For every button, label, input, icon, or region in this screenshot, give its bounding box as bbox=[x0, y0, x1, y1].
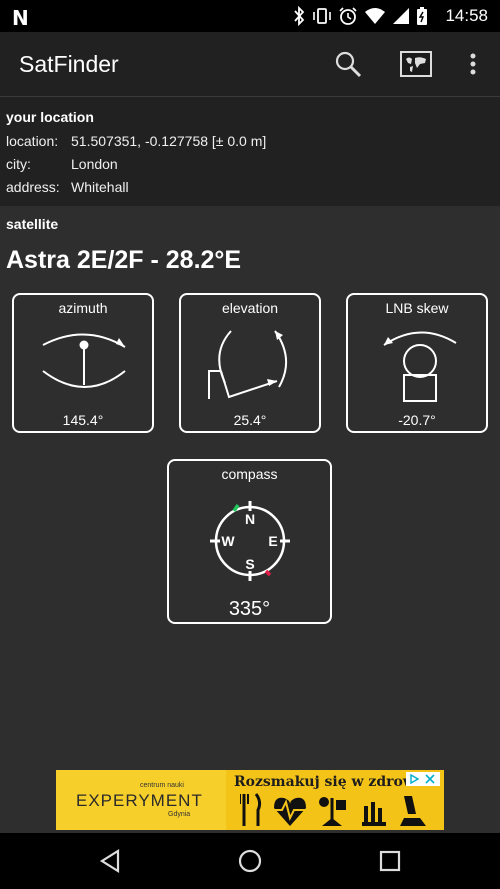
elevation-card[interactable]: elevation 25.4° bbox=[179, 293, 321, 433]
elevation-icon bbox=[208, 330, 287, 399]
compass-label: compass bbox=[221, 466, 278, 482]
ad-choices-icon[interactable] bbox=[406, 772, 440, 786]
alarm-icon bbox=[339, 7, 357, 25]
balance-icon bbox=[319, 797, 346, 826]
compass-value: 335° bbox=[228, 598, 271, 620]
compass-e: E bbox=[268, 533, 277, 549]
app-bar: SatFinder bbox=[0, 32, 500, 96]
notification-n-icon: N bbox=[12, 6, 29, 30]
ad-small-text: centrum nauki bbox=[140, 782, 184, 789]
signal-icon bbox=[393, 8, 409, 24]
location-value: 51.507351, -0.127758 [± 0.0 m] bbox=[71, 133, 267, 149]
ad-brand: EXPERYMENT bbox=[76, 791, 203, 810]
battery-icon bbox=[417, 7, 427, 25]
city-value: London bbox=[71, 156, 118, 172]
azimuth-icon bbox=[42, 333, 126, 388]
cutlery-icon bbox=[240, 793, 262, 826]
heart-icon bbox=[274, 797, 306, 826]
lnb-skew-icon bbox=[383, 331, 457, 402]
lnb-skew-label: LNB skew bbox=[385, 300, 449, 316]
compass-card[interactable]: compass N S W E 335° bbox=[167, 459, 332, 624]
azimuth-value: 145.4° bbox=[62, 412, 104, 428]
compass-dial: N S W E bbox=[210, 501, 290, 581]
elevation-value: 25.4° bbox=[233, 412, 267, 428]
search-button[interactable] bbox=[330, 46, 366, 82]
location-panel: your location location: 51.507351, -0.12… bbox=[0, 96, 500, 206]
azimuth-label: azimuth bbox=[58, 300, 108, 316]
more-vert-icon bbox=[470, 53, 476, 75]
satellite-section: satellite Astra 2E/2F - 28.2°E azimuth 1… bbox=[0, 206, 500, 770]
compass-s: S bbox=[245, 556, 254, 572]
ad-banner[interactable]: centrum nauki EXPERYMENT Gdynia Rozsmaku… bbox=[56, 770, 444, 830]
address-label: address: bbox=[6, 179, 60, 195]
azimuth-card[interactable]: azimuth 145.4° bbox=[12, 293, 154, 433]
compass-south-marker bbox=[264, 569, 272, 577]
vibrate-icon bbox=[313, 8, 331, 24]
compass-n: N bbox=[245, 511, 255, 527]
location-header: your location bbox=[6, 109, 94, 125]
back-icon bbox=[99, 849, 120, 873]
ad-city: Gdynia bbox=[168, 811, 191, 818]
lab-icon bbox=[362, 802, 386, 826]
home-button[interactable] bbox=[234, 845, 266, 877]
elevation-label: elevation bbox=[221, 300, 279, 316]
city-label: city: bbox=[6, 156, 31, 172]
ad-headline: Rozsmakuj się w zdrow bbox=[234, 774, 415, 790]
nav-bar bbox=[0, 833, 500, 889]
ad-pictograms bbox=[240, 793, 426, 826]
home-icon bbox=[238, 849, 262, 873]
microscope-icon bbox=[400, 796, 426, 826]
back-button[interactable] bbox=[94, 845, 126, 877]
wifi-icon bbox=[365, 8, 385, 24]
ad-brand-panel: centrum nauki EXPERYMENT Gdynia bbox=[56, 770, 226, 830]
compass-w: W bbox=[221, 533, 235, 549]
status-icons bbox=[292, 4, 428, 28]
lnb-skew-value: -20.7° bbox=[398, 412, 436, 428]
status-bar: N 14:58 bbox=[0, 0, 500, 32]
satellite-name: Astra 2E/2F - 28.2°E bbox=[6, 246, 242, 274]
location-label: location: bbox=[6, 133, 59, 149]
status-time: 14:58 bbox=[445, 6, 488, 25]
recents-button[interactable] bbox=[374, 845, 406, 877]
address-value: Whitehall bbox=[71, 179, 129, 195]
more-options-button[interactable] bbox=[455, 46, 491, 82]
app-title: SatFinder bbox=[19, 51, 119, 77]
search-icon bbox=[335, 51, 362, 78]
satellite-header: satellite bbox=[6, 216, 59, 232]
lnb-skew-card[interactable]: LNB skew -20.7° bbox=[346, 293, 488, 433]
map-icon bbox=[400, 51, 432, 77]
recents-icon bbox=[379, 850, 401, 872]
map-button[interactable] bbox=[398, 46, 434, 82]
bluetooth-icon bbox=[294, 6, 305, 26]
